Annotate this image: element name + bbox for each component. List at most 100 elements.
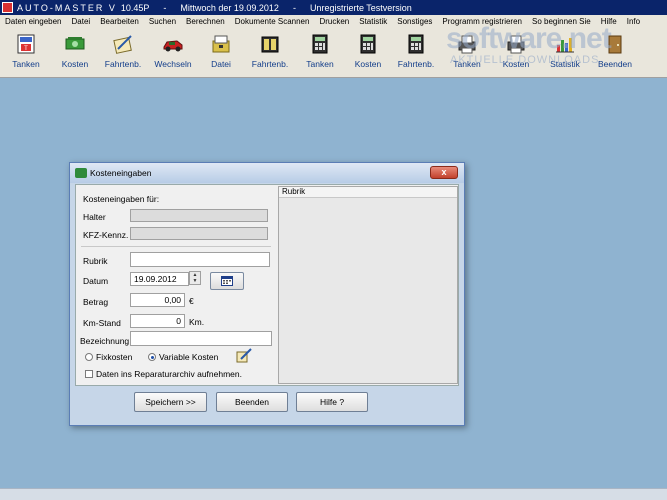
app-title: AUTO-MASTER V [17,2,117,13]
menu-programm-registrieren[interactable]: Programm registrieren [437,17,527,26]
toolbar-label: Fahrtenb. [397,59,435,69]
toolbar-kosten-button[interactable]: Kosten [50,31,100,75]
toolbar-beenden-button[interactable]: Beenden [590,31,640,75]
app-version: 10.45P [120,2,150,13]
rubrik-list[interactable]: Rubrik [278,186,458,384]
menu-drucken[interactable]: Drucken [314,17,354,26]
toolbar-tanken-calc-button[interactable]: Tanken [295,31,345,75]
toolbar-label: Kosten [502,59,530,69]
book-icon [261,36,279,53]
menu-berechnen[interactable]: Berechnen [181,17,230,26]
bezeichnung-label: Bezeichnung [80,336,130,346]
betrag-input[interactable]: 0,00 [130,293,185,307]
fuel-form-icon: T [17,34,35,54]
file-icon [212,35,230,53]
chart-icon [556,38,574,53]
reparaturarchiv-label[interactable]: Daten ins Reparaturarchiv aufnehmen. [96,369,242,379]
printer-icon [507,35,525,54]
menu-suchen[interactable]: Suchen [144,17,181,26]
input-pane: Kosteneingaben für: Halter KFZ-Kennz. Ru… [76,185,275,385]
toolbar-fahrtenbuch-calc-button[interactable]: Fahrtenb. [391,31,441,75]
status-bar [0,488,667,500]
kfz-field [130,227,268,240]
toolbar: T Tanken Kosten Fahrtenb. Wechseln Datei… [0,28,667,78]
bezeichnung-input[interactable] [130,331,272,346]
toolbar-label: Tanken [306,59,334,69]
menu-statistik[interactable]: Statistik [354,17,392,26]
spin-down-icon[interactable]: ▼ [190,278,200,284]
toolbar-kosten-calc-button[interactable]: Kosten [343,31,393,75]
divider [81,246,271,247]
currency-symbol: € [189,296,194,306]
toolbar-label: Fahrtenb. [251,59,289,69]
fixkosten-radio[interactable] [85,353,93,361]
toolbar-tanken-button[interactable]: T Tanken [1,31,51,75]
variable-kosten-label[interactable]: Variable Kosten [159,352,218,362]
menu-bar: Daten eingeben Datei Bearbeiten Suchen B… [0,15,667,28]
section-heading: Kosteneingaben für: [83,194,160,204]
toolbar-fahrtenbuch-2-button[interactable]: Fahrtenb. [245,31,295,75]
km-stand-input[interactable]: 0 [130,314,185,328]
calendar-icon [221,276,233,286]
rubrik-list-header: Rubrik [279,187,457,198]
toolbar-kosten-print-button[interactable]: Kosten [491,31,541,75]
menu-info[interactable]: Info [622,17,645,26]
toolbar-label: Tanken [453,59,481,69]
speichern-button[interactable]: Speichern >> [134,392,207,412]
dialog-body: Kosteneingaben für: Halter KFZ-Kennz. Ru… [75,184,459,386]
dialog-titlebar[interactable]: Kosteneingaben x [70,163,464,183]
calculator-icon [408,34,424,54]
window-titlebar: AUTO-MASTER V 10.45P - Mittwoch der 19.0… [0,0,667,15]
rubrik-input[interactable] [130,252,270,267]
halter-field [130,209,268,222]
money-icon [65,37,85,50]
datum-label: Datum [83,276,109,286]
toolbar-label: Datei [211,59,231,69]
menu-hilfe[interactable]: Hilfe [596,17,622,26]
app-icon [2,2,13,13]
exit-door-icon [608,35,622,54]
svg-text:T: T [24,46,28,52]
toolbar-label: Beenden [597,59,633,69]
printer-icon [458,35,476,54]
toolbar-label: Tanken [12,59,40,69]
menu-daten-eingeben[interactable]: Daten eingeben [0,17,67,26]
dialog-title: Kosteneingaben [90,168,152,178]
betrag-label: Betrag [83,297,109,307]
fixkosten-label[interactable]: Fixkosten [96,352,132,362]
toolbar-datei-button[interactable]: Datei [196,31,246,75]
km-unit: Km. [189,317,205,327]
menu-datei[interactable]: Datei [67,17,96,26]
license-status: Unregistrierte Testversion [309,2,412,13]
car-icon [163,40,183,52]
datum-input[interactable]: 19.09.2012 [130,272,189,286]
car-icon [75,168,87,178]
kfz-label: KFZ-Kennz. [83,230,129,240]
menu-sonstiges[interactable]: Sonstiges [392,17,437,26]
toolbar-label: Statistik [550,59,580,69]
toolbar-label: Kosten [61,59,89,69]
menu-so-beginnen-sie[interactable]: So beginnen Sie [527,17,596,26]
toolbar-label: Fahrtenb. [104,59,142,69]
close-button[interactable]: x [430,166,458,179]
title-separator-2: - [292,2,296,13]
kosteneingaben-dialog: Kosteneingaben x Kosteneingaben für: Hal… [69,162,465,426]
beenden-button[interactable]: Beenden [216,392,288,412]
halter-label: Halter [83,212,106,222]
pen-edit-icon[interactable] [236,348,252,363]
variable-kosten-radio[interactable] [148,353,156,361]
toolbar-wechseln-button[interactable]: Wechseln [148,31,198,75]
calendar-button[interactable] [210,272,244,290]
datum-spinner[interactable]: ▲ ▼ [189,271,201,285]
reparaturarchiv-checkbox[interactable] [85,370,93,378]
menu-bearbeiten[interactable]: Bearbeiten [95,17,144,26]
title-separator: - [163,2,167,13]
logbook-pen-icon [113,35,132,54]
toolbar-statistik-button[interactable]: Statistik [540,31,590,75]
menu-dokumente-scannen[interactable]: Dokumente Scannen [230,17,315,26]
hilfe-button[interactable]: Hilfe ? [296,392,368,412]
toolbar-fahrtenbuch-button[interactable]: Fahrtenb. [98,31,148,75]
rubrik-label: Rubrik [83,256,108,266]
title-date: Mittwoch der 19.09.2012 [180,2,279,13]
toolbar-tanken-print-button[interactable]: Tanken [442,31,492,75]
